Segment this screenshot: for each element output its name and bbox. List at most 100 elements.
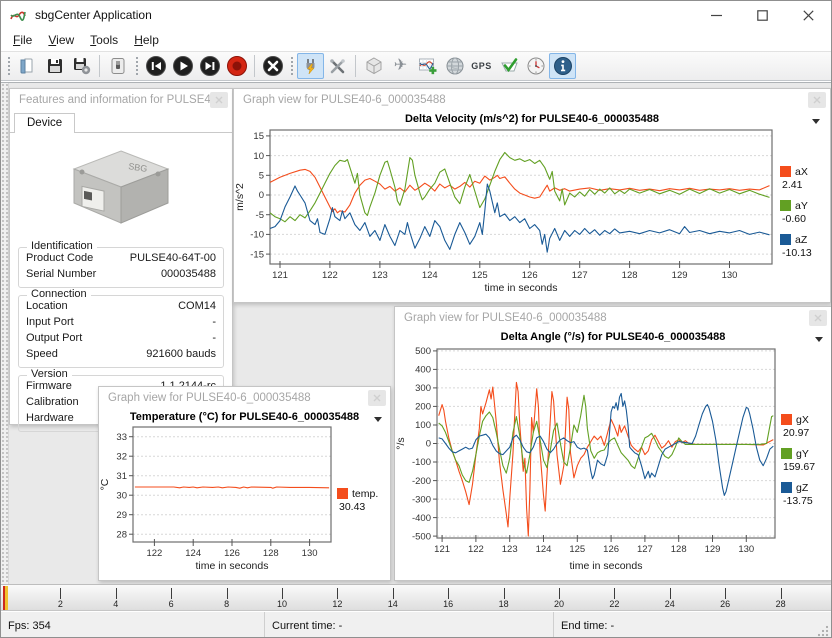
toolbar-grip[interactable] <box>289 55 294 77</box>
group-legend: Identification <box>27 240 97 252</box>
chart-plot[interactable]: -15-10-505101512112212312412512612712812… <box>234 125 780 294</box>
menu-file[interactable]: File <box>5 30 40 50</box>
current-time-status: Current time: - <box>265 612 554 638</box>
settings-tools-button[interactable] <box>324 53 351 79</box>
svg-text:-5: -5 <box>256 210 264 221</box>
graph-window-close-button[interactable] <box>368 390 386 406</box>
toolbar-grip[interactable] <box>134 55 139 77</box>
features-panel: Features and information for PULSE40-...… <box>9 88 233 425</box>
add-graph-button[interactable] <box>414 53 441 79</box>
tab-device[interactable]: Device <box>14 113 75 133</box>
graph-window-close-button[interactable] <box>808 92 826 108</box>
svg-text:0: 0 <box>426 439 431 450</box>
graph-window-title: Graph view for PULSE40-6_000035488 <box>404 312 809 324</box>
legend-item: aY <box>780 200 828 212</box>
toolbar-grip[interactable] <box>6 55 11 77</box>
clock-button[interactable] <box>522 53 549 79</box>
graph-add-icon <box>418 56 438 76</box>
legend-series-name: temp. <box>352 488 378 500</box>
legend-series-name: aY <box>795 200 808 212</box>
legend-item: temp. <box>337 488 385 500</box>
timeline-slider[interactable]: 24681012141618202224262830 <box>1 584 831 611</box>
graph-window-titlebar[interactable]: Graph view for PULSE40-6_000035488 <box>234 89 830 111</box>
timeline-position-marker[interactable] <box>5 586 8 610</box>
graph-window-temperature: Graph view for PULSE40-6_000035488 Tempe… <box>98 386 391 581</box>
legend-item: gZ <box>781 482 827 494</box>
timeline-tick <box>337 588 338 599</box>
record-icon <box>226 55 248 77</box>
skip-end-button[interactable] <box>196 53 223 79</box>
graph-window-titlebar[interactable]: Graph view for PULSE40-6_000035488 <box>395 307 831 329</box>
resize-grip-icon[interactable] <box>817 625 829 637</box>
timeline-tick-label: 4 <box>113 599 118 609</box>
view-3d-button[interactable] <box>360 53 387 79</box>
menu-tools[interactable]: Tools <box>82 30 126 50</box>
graph-window-close-button[interactable] <box>809 310 827 326</box>
field-label: Input Port <box>26 315 74 330</box>
play-button[interactable] <box>169 53 196 79</box>
svg-text:-100: -100 <box>412 457 431 468</box>
close-button[interactable] <box>785 1 831 29</box>
features-panel-title: Features and information for PULSE40-... <box>19 94 210 106</box>
chevron-down-icon[interactable] <box>374 417 382 422</box>
graph-window-titlebar[interactable]: Graph view for PULSE40-6_000035488 <box>99 387 390 409</box>
svg-text:32: 32 <box>116 451 127 462</box>
legend-item: gX <box>781 414 827 426</box>
field-value: 000035488 <box>161 267 216 282</box>
record-button[interactable] <box>223 53 250 79</box>
field-label: Product Code <box>26 251 93 266</box>
menu-help[interactable]: Help <box>126 30 167 50</box>
save-settings-button[interactable] <box>68 53 95 79</box>
timeline-tick <box>504 588 505 599</box>
field-value: COM14 <box>178 299 216 314</box>
field-value: - <box>212 331 216 346</box>
svg-text:129: 129 <box>705 544 721 555</box>
timeline-tick <box>116 588 117 599</box>
features-panel-close-button[interactable] <box>210 92 228 108</box>
info-icon <box>553 56 573 76</box>
features-panel-titlebar[interactable]: Features and information for PULSE40-... <box>10 89 232 111</box>
field-label: Location <box>26 299 68 314</box>
connect-button[interactable] <box>297 53 324 79</box>
maximize-button[interactable] <box>739 1 785 29</box>
chart-plot[interactable]: 282930313233122124126128130time in secon… <box>99 423 337 572</box>
minimize-button[interactable] <box>693 1 739 29</box>
save-button[interactable] <box>41 53 68 79</box>
chart-plot[interactable]: -500-400-300-200-10001002003004005001211… <box>395 343 781 572</box>
airplane-icon: ✈ <box>394 58 407 74</box>
svg-text:124: 124 <box>422 270 438 281</box>
menu-view[interactable]: View <box>40 30 82 50</box>
title-bar[interactable]: sbgCenter Application <box>1 1 831 29</box>
earth-view-button[interactable] <box>441 53 468 79</box>
log-switch-button[interactable] <box>104 53 131 79</box>
timeline-tick-label: 16 <box>443 599 453 609</box>
validity-button[interactable] <box>495 53 522 79</box>
skip-start-button[interactable] <box>142 53 169 79</box>
panel-drag-grip[interactable] <box>1 83 9 584</box>
group-legend: Version <box>27 368 72 380</box>
svg-text:122: 122 <box>322 270 338 281</box>
airplane-view-button[interactable]: ✈ <box>387 53 414 79</box>
timeline-tick <box>448 588 449 599</box>
timeline-tick <box>60 588 61 599</box>
timeline-tick-label: 28 <box>776 599 786 609</box>
chevron-down-icon[interactable] <box>812 119 820 124</box>
play-icon <box>172 55 194 77</box>
svg-text:28: 28 <box>116 529 127 540</box>
svg-text:400: 400 <box>415 365 431 376</box>
gps-button[interactable]: GPS <box>468 53 495 79</box>
svg-text:°C: °C <box>99 478 111 490</box>
open-folder-icon <box>18 57 37 75</box>
stop-button[interactable] <box>259 53 286 79</box>
graph-window-delta-velocity: Graph view for PULSE40-6_000035488 Delta… <box>233 88 831 303</box>
svg-text:10: 10 <box>253 151 264 162</box>
timeline-tick-label: 12 <box>332 599 342 609</box>
chevron-down-icon[interactable] <box>815 337 823 342</box>
svg-text:time in seconds: time in seconds <box>196 560 269 572</box>
info-button[interactable] <box>549 53 576 79</box>
svg-text:-15: -15 <box>250 249 264 260</box>
open-button[interactable] <box>14 53 41 79</box>
svg-text:m/s^2: m/s^2 <box>234 183 246 211</box>
chart-title: Delta Velocity (m/s^2) for PULSE40-6_000… <box>234 111 830 125</box>
close-icon <box>814 314 822 322</box>
